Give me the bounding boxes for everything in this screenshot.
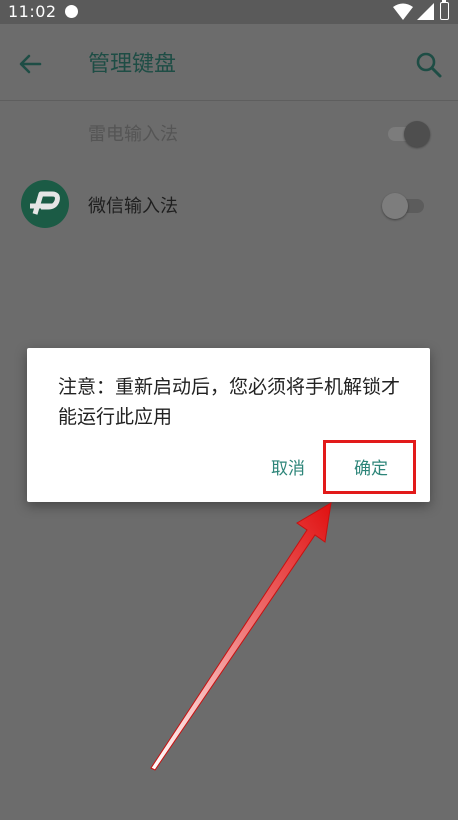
wifi-icon	[393, 3, 413, 20]
wechat-input-app-icon	[21, 180, 69, 228]
keyboard-row-thunder[interactable]: 雷电输入法	[0, 100, 458, 166]
app-bar: 管理键盘	[0, 24, 458, 101]
toggle-thumb	[382, 193, 408, 219]
keyboard-label: 雷电输入法	[88, 124, 178, 145]
battery-icon	[440, 0, 449, 20]
back-arrow-icon[interactable]	[14, 48, 46, 80]
toggle-thumb	[404, 121, 430, 147]
page-title: 管理键盘	[88, 52, 177, 77]
status-bar: 11:02	[0, 0, 458, 24]
dialog-message: 注意：重新启动后，您必须将手机解锁才能运行此应用	[58, 376, 401, 428]
keyboard-toggle[interactable]	[382, 190, 428, 220]
status-time: 11:02	[8, 2, 57, 21]
notification-dot-icon	[65, 5, 78, 18]
signal-icon	[417, 3, 434, 20]
keyboard-label: 微信输入法	[88, 196, 178, 217]
keyboard-row-wechat[interactable]: 微信输入法	[0, 172, 458, 238]
keyboard-toggle[interactable]	[384, 118, 430, 148]
confirm-highlight-box	[323, 440, 416, 494]
cancel-button[interactable]: 取消	[271, 454, 305, 479]
search-icon[interactable]	[412, 48, 446, 82]
p-logo-icon	[30, 191, 60, 215]
